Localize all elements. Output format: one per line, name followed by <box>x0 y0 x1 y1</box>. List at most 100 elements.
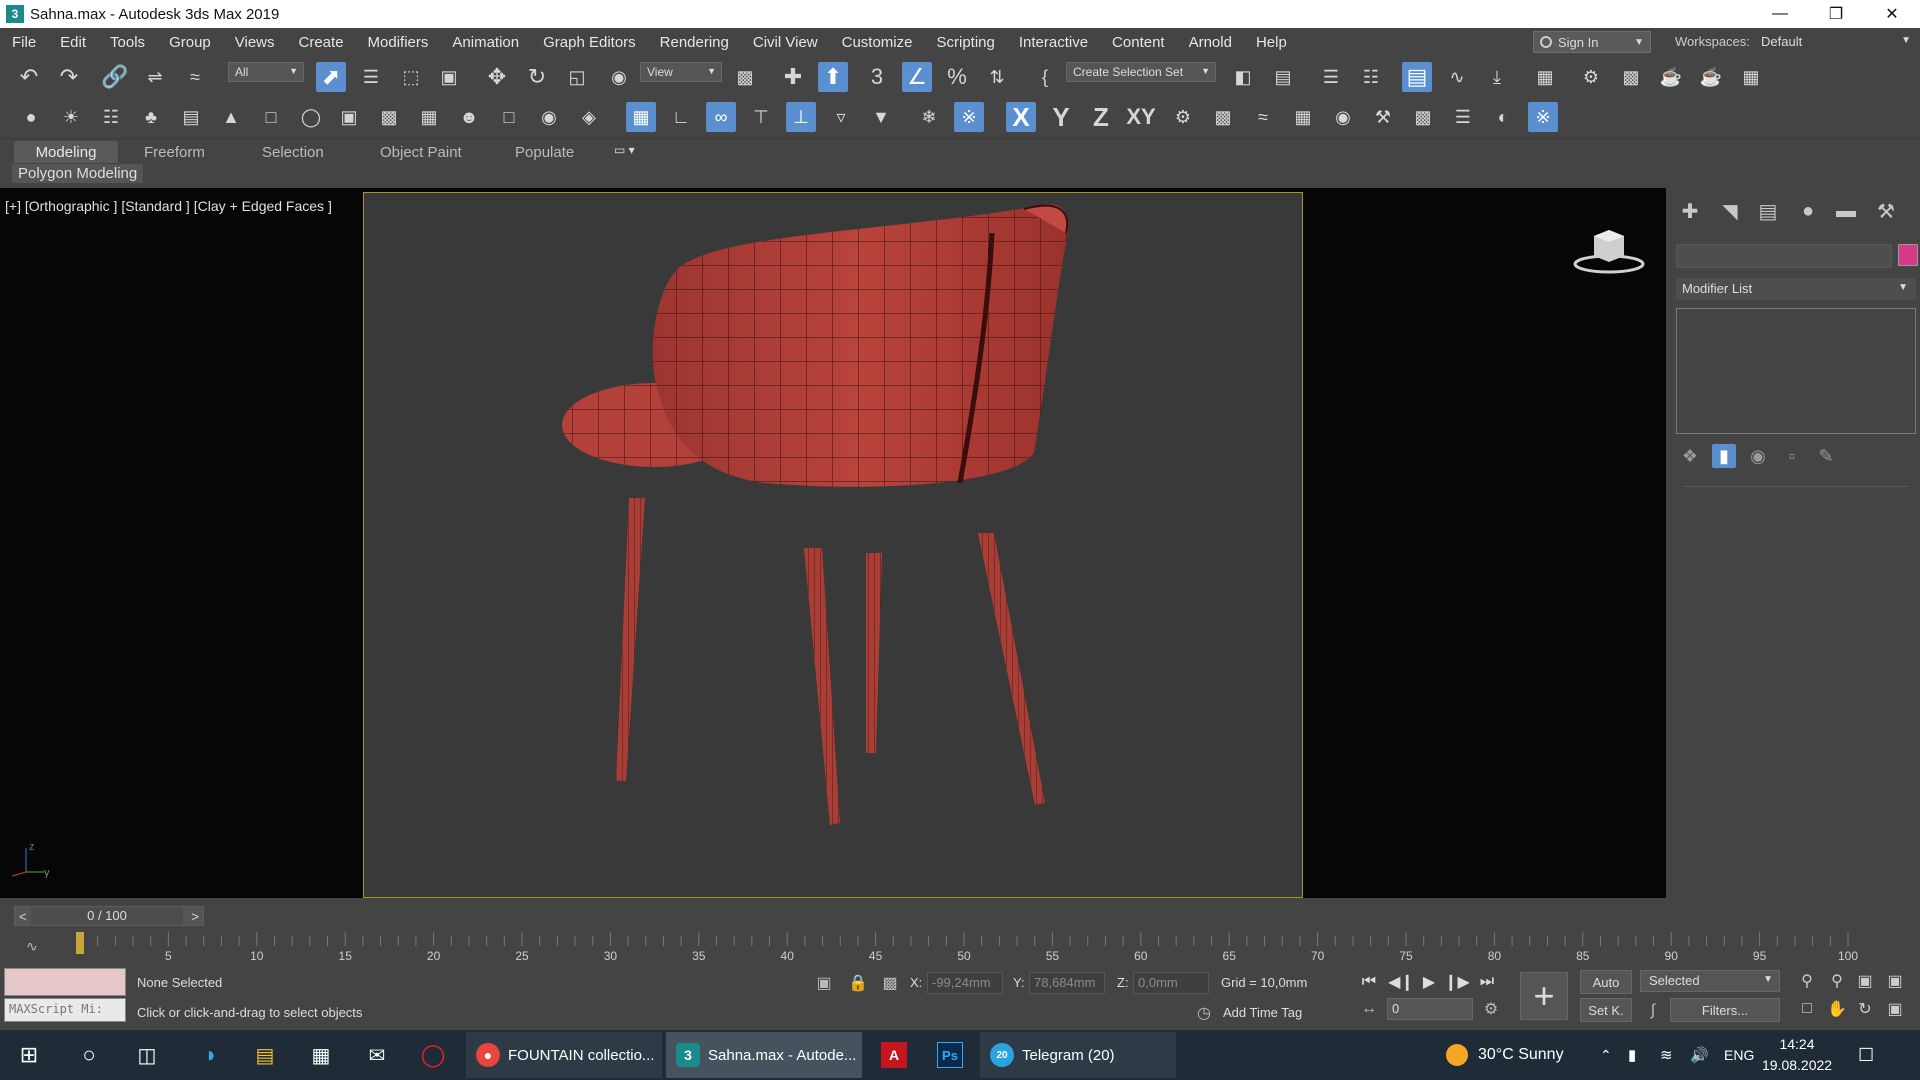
ribbon-options-icon[interactable]: ▭ ▾ <box>614 143 635 157</box>
pivot-center-icon[interactable]: ▩ <box>730 62 760 92</box>
curve-editor-icon[interactable]: ∿ <box>1442 62 1472 92</box>
render-in-cloud-icon[interactable]: ▦ <box>1736 62 1766 92</box>
maxscript-listener-input[interactable]: MAXScript Mi: <box>4 998 126 1022</box>
menu-modifiers[interactable]: Modifiers <box>356 34 441 51</box>
angle-snap-icon[interactable]: ∠ <box>902 62 932 92</box>
menu-interactive[interactable]: Interactive <box>1007 34 1100 51</box>
set-key-button[interactable]: Set K. <box>1580 998 1632 1022</box>
named-selection-dropdown[interactable]: Create Selection Set ▼ <box>1066 62 1216 82</box>
menu-tools[interactable]: Tools <box>98 34 157 51</box>
tab-object-paint[interactable]: Object Paint <box>370 141 472 163</box>
people-icon[interactable]: ☻ <box>454 102 484 132</box>
volume-icon[interactable]: 🔊 <box>1690 1030 1709 1080</box>
motion-icon[interactable]: ● <box>1794 198 1822 224</box>
reference-coord-dropdown[interactable]: View ▼ <box>640 62 722 82</box>
menu-arnold[interactable]: Arnold <box>1177 34 1244 51</box>
mirror-icon[interactable]: ◧ <box>1228 62 1258 92</box>
select-object-icon[interactable]: ⬈ <box>316 62 346 92</box>
undo-icon[interactable]: ↶ <box>14 62 44 92</box>
keyboard-shortcut-toggle-icon[interactable]: ⬆ <box>818 62 848 92</box>
key-mode-toggle-icon[interactable]: ↔ <box>1358 998 1380 1020</box>
modifier-list-dropdown[interactable]: Modifier List ▼ <box>1676 278 1916 300</box>
constrain-xy-button[interactable]: XY <box>1126 102 1156 132</box>
sphere-icon[interactable]: ◐ <box>1488 102 1518 132</box>
add-time-tag[interactable]: Add Time Tag <box>1223 1005 1302 1020</box>
selection-lock-icon[interactable]: 🔒 <box>847 972 869 994</box>
orbit-icon[interactable]: ↻ <box>1854 998 1876 1020</box>
show-end-result-icon[interactable]: ▮ <box>1712 444 1736 468</box>
display-icon[interactable]: ▬ <box>1832 198 1860 224</box>
book-icon[interactable]: ▤ <box>176 102 206 132</box>
previous-frame-icon[interactable]: ◀❙ <box>1388 970 1414 994</box>
go-to-end-icon[interactable]: ⏭ <box>1474 970 1500 994</box>
scene-explorer-icon[interactable]: ☰ <box>1316 62 1346 92</box>
time-slider-thumb[interactable]: 0 / 100 <box>31 907 183 925</box>
tab-modeling[interactable]: Modeling <box>14 141 118 163</box>
go-to-start-icon[interactable]: ⏮ <box>1356 970 1382 994</box>
align-icon[interactable]: ▤ <box>1268 62 1298 92</box>
menu-group[interactable]: Group <box>157 34 223 51</box>
opera-icon[interactable]: ◯ <box>410 1030 456 1080</box>
constrain-y-button[interactable]: Y <box>1046 102 1076 132</box>
menu-file[interactable]: File <box>0 34 48 51</box>
tab-populate[interactable]: Populate <box>505 141 584 163</box>
key-filters-button[interactable]: Filters... <box>1670 998 1780 1022</box>
link-icon[interactable]: 🔗 <box>100 62 130 92</box>
place-icon[interactable]: ◉ <box>604 62 634 92</box>
workspace-dropdown[interactable]: Default ▼ <box>1755 31 1917 53</box>
cloth-icon[interactable]: ≈ <box>1248 102 1278 132</box>
material-editor-icon[interactable]: ▦ <box>1530 62 1560 92</box>
pin-stack-icon[interactable]: ❖ <box>1678 444 1702 468</box>
restore-icon[interactable]: ❐ <box>1808 0 1864 28</box>
auto-key-button[interactable]: Auto <box>1580 970 1632 994</box>
tool-icon[interactable]: ⚙ <box>1168 102 1198 132</box>
key-filter-selection-dropdown[interactable]: Selected ▼ <box>1640 970 1780 992</box>
pivot-snap-icon[interactable]: ∟ <box>666 102 696 132</box>
menu-edit[interactable]: Edit <box>48 34 98 51</box>
bind-space-warp-icon[interactable]: ≈ <box>180 62 210 92</box>
light-icon[interactable]: ● <box>16 102 46 132</box>
default-in-out-tangents-icon[interactable]: ∫ <box>1642 1000 1664 1022</box>
rotate-icon[interactable]: ↻ <box>522 62 552 92</box>
menu-help[interactable]: Help <box>1244 34 1299 51</box>
render-iterative-icon[interactable]: ☕ <box>1696 62 1726 92</box>
time-tag-icon[interactable]: ◷ <box>1193 1002 1215 1024</box>
transform-gizmo-icon[interactable]: ※ <box>1528 102 1558 132</box>
sign-in-button[interactable]: Sign In ▼ <box>1533 31 1651 53</box>
menu-graph-editors[interactable]: Graph Editors <box>531 34 648 51</box>
modify-icon[interactable]: ◥ <box>1716 198 1744 224</box>
camera-icon[interactable]: ▩ <box>1208 102 1238 132</box>
time-slider-bar[interactable]: < 0 / 100 > <box>14 906 204 926</box>
box-icon[interactable]: □ <box>494 102 524 132</box>
safe-frame[interactable] <box>363 192 1303 898</box>
notification-icon[interactable]: ☐ <box>1858 1030 1874 1080</box>
y-coordinate-field[interactable]: 78,684mm <box>1029 972 1105 994</box>
track-bar[interactable]: 5 10 15 20 25 30 35 40 45 50 55 60 65 70 75 80 85 90 95 100… <box>0 932 1920 966</box>
particles-icon[interactable]: ☷ <box>96 102 126 132</box>
store-icon[interactable]: ▦ <box>298 1030 344 1080</box>
wifi-icon[interactable]: ≋ <box>1660 1030 1673 1080</box>
selection-filter-dropdown[interactable]: All ▼ <box>228 62 304 82</box>
current-frame-field[interactable]: 0 <box>1387 998 1473 1020</box>
x-coordinate-field[interactable]: -99,24mm <box>927 972 1003 994</box>
ribbon-panel-label[interactable]: Polygon Modeling <box>12 164 144 183</box>
eye-icon[interactable]: ◉ <box>534 102 564 132</box>
checker-icon[interactable]: ▩ <box>1408 102 1438 132</box>
edge-icon[interactable]: ◑ <box>186 1030 232 1080</box>
time-slider-next[interactable]: > <box>191 909 199 924</box>
curve-editor-mini-icon[interactable]: ∿ <box>26 938 38 955</box>
tab-selection[interactable]: Selection <box>252 141 334 163</box>
task-view-icon[interactable]: ◫ <box>124 1030 170 1080</box>
next-frame-icon[interactable]: ❙▶ <box>1444 970 1470 994</box>
tab-freeform[interactable]: Freeform <box>134 141 215 163</box>
face-snap-icon[interactable]: ▿ <box>826 102 856 132</box>
play-icon[interactable]: ▶ <box>1416 970 1442 994</box>
taskbar-app-chrome[interactable]: ● FOUNTAIN collectio... <box>466 1032 662 1078</box>
time-slider-prev[interactable]: < <box>19 909 27 924</box>
sun-icon[interactable]: ☀ <box>56 102 86 132</box>
menu-scripting[interactable]: Scripting <box>924 34 1006 51</box>
bulb-icon[interactable]: ◈ <box>574 102 604 132</box>
snaps-toggle-icon[interactable]: 3 <box>862 62 892 92</box>
create-icon[interactable]: ✚ <box>1676 198 1704 224</box>
grid-snap-icon[interactable]: ▦ <box>626 102 656 132</box>
